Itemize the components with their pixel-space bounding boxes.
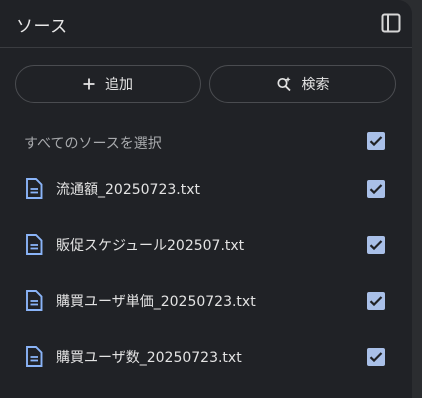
check-icon: [369, 296, 383, 307]
search-sources-label: 検索: [301, 77, 330, 93]
search-sources-button[interactable]: 検索: [209, 65, 396, 103]
source-item[interactable]: 購買ユーザ単価_20250723.txt: [0, 280, 412, 320]
select-all-label: すべてのソースを選択: [24, 136, 162, 152]
document-icon: [25, 290, 43, 311]
source-item[interactable]: 購買ユーザ数_20250723.txt: [0, 336, 412, 376]
search-sparkle-icon: [276, 76, 292, 92]
source-item[interactable]: 販促スケジュール202507.txt: [0, 224, 412, 264]
source-name: 流通額_20250723.txt: [56, 182, 200, 198]
check-icon: [369, 184, 383, 195]
select-all-checkbox[interactable]: [367, 132, 385, 150]
source-name: 購買ユーザ数_20250723.txt: [56, 350, 242, 366]
check-icon: [369, 136, 383, 147]
scrollbar-track: [412, 0, 422, 398]
panel-title: ソース: [16, 17, 68, 37]
source-name: 販促スケジュール202507.txt: [56, 238, 245, 254]
check-icon: [369, 352, 383, 363]
plus-icon: [83, 78, 95, 90]
select-all-row: すべてのソースを選択: [0, 126, 412, 156]
source-checkbox[interactable]: [367, 236, 385, 254]
source-checkbox[interactable]: [367, 180, 385, 198]
collapse-panel-icon[interactable]: [380, 12, 402, 34]
panel-header: ソース: [0, 0, 412, 48]
document-icon: [25, 178, 43, 199]
check-icon: [369, 240, 383, 251]
source-checkbox[interactable]: [367, 292, 385, 310]
add-source-button[interactable]: 追加: [15, 65, 201, 103]
document-icon: [25, 234, 43, 255]
source-name: 購買ユーザ単価_20250723.txt: [56, 294, 256, 310]
source-checkbox[interactable]: [367, 348, 385, 366]
sources-panel: ソース 追加 検索 すべてのソースを選択 流通額_20250723.txt 販促…: [0, 0, 412, 398]
source-item[interactable]: 流通額_20250723.txt: [0, 168, 412, 208]
add-source-label: 追加: [105, 77, 133, 93]
document-icon: [25, 346, 43, 367]
